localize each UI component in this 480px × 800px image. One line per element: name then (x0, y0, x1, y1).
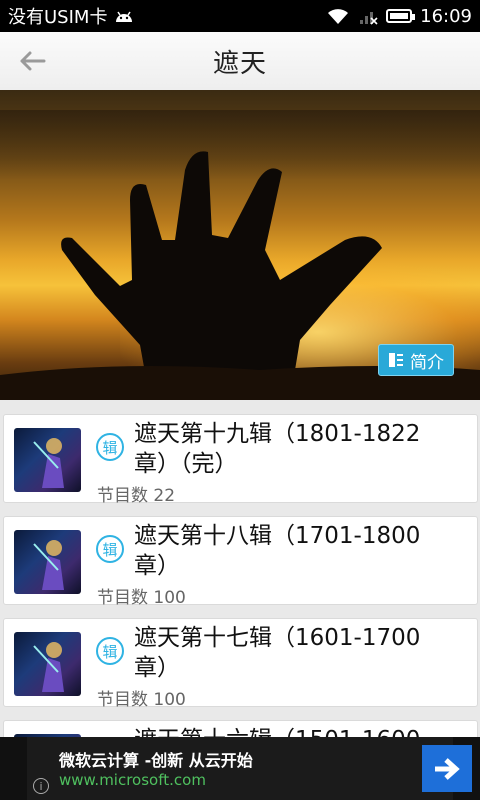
list-icon (389, 353, 403, 367)
back-button[interactable] (10, 41, 54, 81)
ad-content[interactable]: 微软云计算 -创新 从云开始 www.microsoft.com (27, 737, 472, 800)
list-item[interactable]: 辑 遮天第十八辑（1701-1800章） 节目数 100 (3, 516, 478, 608)
episode-title: 遮天第十九辑（1801-1822章）（完） (134, 421, 421, 477)
signal-icon (360, 12, 378, 25)
ad-url: www.microsoft.com (59, 771, 206, 789)
episode-count: 节目数 22 (97, 486, 176, 506)
list-item[interactable]: 辑 遮天第十九辑（1801-1822章）（完） 节目数 22 (3, 414, 478, 506)
episode-title: 遮天第十八辑（1701-1800章） (134, 523, 421, 579)
ad-banner[interactable]: 微软云计算 -创新 从云开始 www.microsoft.com (0, 737, 480, 800)
episode-count: 节目数 100 (97, 588, 186, 608)
intro-label: 简介 (410, 352, 444, 373)
cover-thumbnail (14, 428, 81, 492)
ad-title: 微软云计算 -创新 从云开始 (59, 751, 253, 770)
episode-count: 节目数 100 (97, 690, 186, 710)
android-icon (116, 11, 133, 22)
battery-icon (386, 9, 416, 23)
carrier-text: 没有USIM卡 (8, 7, 108, 28)
album-badge: 辑 (96, 535, 124, 563)
cover-thumbnail (14, 530, 81, 594)
cover-thumbnail (14, 632, 81, 696)
page-title: 遮天 (212, 48, 267, 79)
ad-go-button[interactable] (422, 745, 472, 792)
clock-text: 16:09 (420, 5, 472, 27)
cover-banner: 简介 (0, 90, 480, 400)
wifi-icon (328, 9, 349, 24)
intro-button[interactable]: 简介 (378, 344, 454, 376)
title-bar: 遮天 (0, 32, 480, 91)
status-bar: 没有USIM卡 16:09 (0, 0, 480, 32)
arrow-right-icon (435, 757, 460, 780)
episode-title: 遮天第十七辑（1601-1700章） (134, 625, 421, 681)
info-icon[interactable]: i (33, 778, 49, 794)
album-badge: 辑 (96, 637, 124, 665)
album-badge: 辑 (96, 433, 124, 461)
list-item[interactable]: 辑 遮天第十七辑（1601-1700章） 节目数 100 (3, 618, 478, 710)
back-arrow-icon (20, 51, 46, 71)
